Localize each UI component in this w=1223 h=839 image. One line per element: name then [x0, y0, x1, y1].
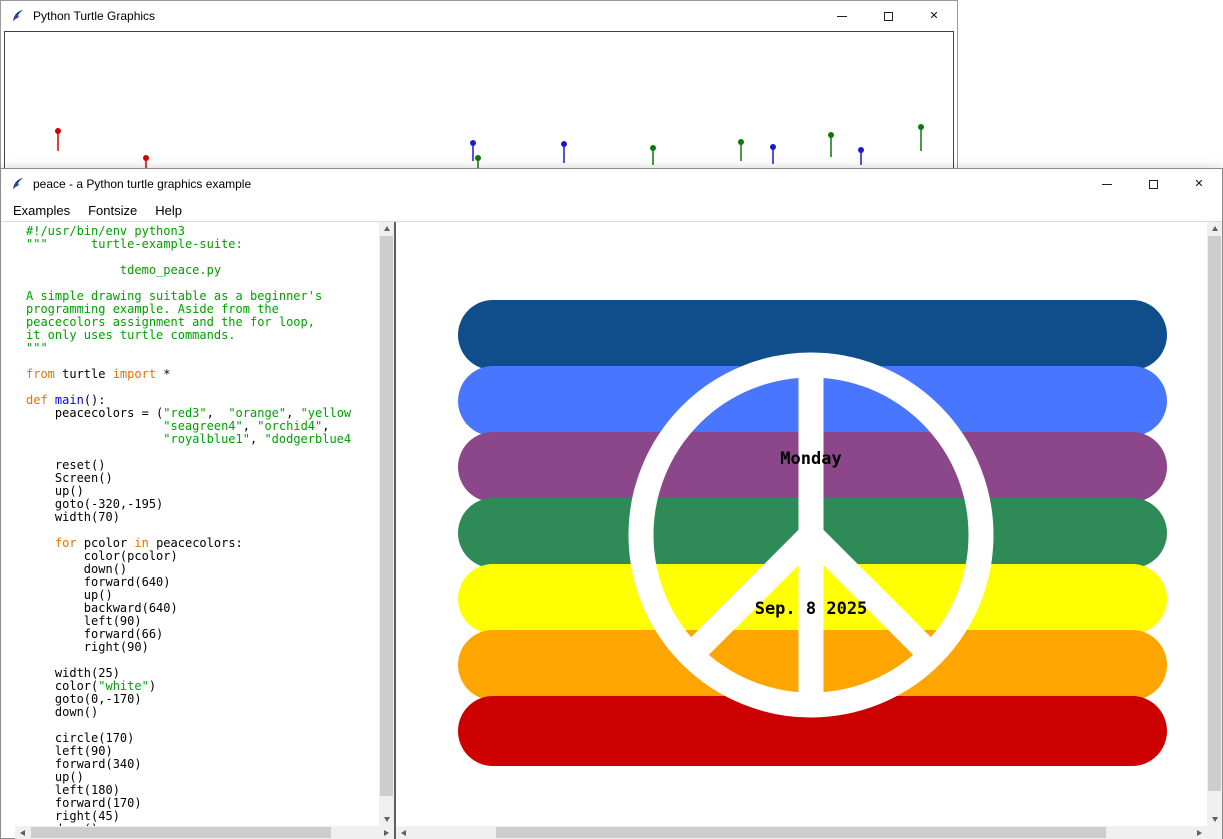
maximize-icon	[884, 12, 893, 21]
arrow-left-icon	[20, 830, 25, 836]
arrow-down-icon	[384, 817, 390, 822]
close-icon: ✕	[929, 11, 938, 22]
window-controls: ✕	[1084, 169, 1222, 199]
app-icon	[10, 8, 26, 24]
canvas-text: Monday	[780, 449, 841, 469]
window-content: #!/usr/bin/env python3""" turtle-example…	[1, 222, 1222, 838]
canvas-horizontal-scrollbar[interactable]	[396, 826, 1207, 839]
scroll-right-button[interactable]	[379, 826, 394, 839]
code-line: from turtle import *	[26, 368, 379, 381]
scrollbar-thumb[interactable]	[31, 827, 331, 838]
scrollbar-thumb[interactable]	[496, 827, 1106, 838]
scroll-left-button[interactable]	[15, 826, 30, 839]
code-line: tdemo_peace.py	[26, 264, 379, 277]
scrollbar-thumb[interactable]	[380, 236, 393, 796]
menu-examples[interactable]: Examples	[4, 200, 79, 221]
maximize-button[interactable]	[865, 1, 911, 31]
code-line: """ turtle-example-suite:	[26, 238, 379, 251]
arrow-left-icon	[401, 830, 406, 836]
minimize-icon	[837, 16, 847, 17]
code-line: it only uses turtle commands.	[26, 329, 379, 342]
scroll-left-button[interactable]	[396, 826, 411, 839]
scrollbar-thumb[interactable]	[1208, 236, 1221, 791]
canvas-vertical-scrollbar[interactable]	[1207, 222, 1222, 826]
titlebar[interactable]: peace - a Python turtle graphics example…	[1, 169, 1222, 199]
menu-bar: ExamplesFontsizeHelp	[1, 199, 1222, 222]
peace-example-window: peace - a Python turtle graphics example…	[0, 168, 1223, 839]
code-line: "royalblue1", "dodgerblue4	[26, 433, 379, 446]
arrow-right-icon	[384, 830, 389, 836]
maximize-button[interactable]	[1130, 169, 1176, 199]
drawing-canvas: Monday Sep. 8 2025	[396, 222, 1207, 826]
scroll-down-button[interactable]	[379, 813, 394, 826]
code-editor[interactable]: #!/usr/bin/env python3""" turtle-example…	[15, 222, 379, 826]
code-line: """	[26, 342, 379, 355]
code-lines: #!/usr/bin/env python3""" turtle-example…	[26, 225, 379, 826]
scrollbar-corner	[1207, 826, 1222, 839]
close-button[interactable]: ✕	[911, 1, 957, 31]
canvas-text: Sep. 8 2025	[755, 599, 868, 619]
close-button[interactable]: ✕	[1176, 169, 1222, 199]
window-title: peace - a Python turtle graphics example	[33, 177, 251, 191]
scroll-down-button[interactable]	[1207, 813, 1222, 826]
peace-symbol	[396, 222, 1207, 826]
close-icon: ✕	[1194, 179, 1203, 190]
scroll-up-button[interactable]	[1207, 222, 1222, 235]
arrow-up-icon	[1212, 226, 1218, 231]
code-horizontal-scrollbar[interactable]	[15, 826, 394, 839]
maximize-icon	[1149, 180, 1158, 189]
app-icon	[10, 176, 26, 192]
minimize-icon	[1102, 184, 1112, 185]
menu-help[interactable]: Help	[146, 200, 191, 221]
code-vertical-scrollbar[interactable]	[379, 222, 394, 826]
arrow-up-icon	[384, 226, 390, 231]
window-title: Python Turtle Graphics	[33, 9, 155, 23]
arrow-down-icon	[1212, 817, 1218, 822]
titlebar[interactable]: Python Turtle Graphics ✕	[1, 1, 957, 31]
menu-fontsize[interactable]: Fontsize	[79, 200, 146, 221]
code-line: right(90)	[26, 641, 379, 654]
minimize-button[interactable]	[819, 1, 865, 31]
window-controls: ✕	[819, 1, 957, 31]
arrow-right-icon	[1197, 830, 1202, 836]
code-line: down()	[26, 706, 379, 719]
minimize-button[interactable]	[1084, 169, 1130, 199]
scroll-up-button[interactable]	[379, 222, 394, 235]
scroll-right-button[interactable]	[1192, 826, 1207, 839]
code-line: width(70)	[26, 511, 379, 524]
